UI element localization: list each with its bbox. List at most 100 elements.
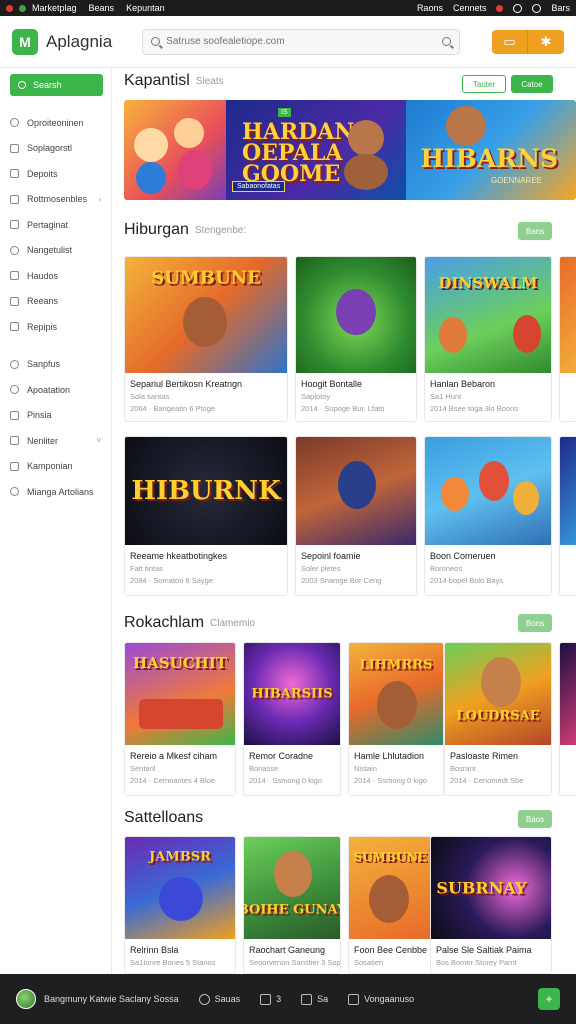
card-meta: 2084 · Somaton 8 Sayge	[130, 576, 213, 585]
sidebar-item[interactable]: Haudos	[0, 263, 111, 289]
sidebar-item-label: Soplagorstl	[27, 143, 73, 154]
thumbnail-word: LIHMRRS	[359, 657, 433, 673]
sidebar-item[interactable]: Apoatation	[0, 377, 111, 403]
game-card[interactable]: SUMBUNE Foon Bee Cenbbe Sosatien	[348, 836, 432, 974]
tag-button[interactable]: ▭	[492, 29, 528, 54]
card-title: Remor Coradne	[249, 751, 314, 761]
bottom-bar-label: 3	[276, 994, 282, 1004]
game-card[interactable]: BOIHE GUNAY Raochart Ganeung Seoorvenon …	[243, 836, 341, 974]
game-card[interactable]: Boon Comeruen Boroneos 2014 bopel Bolo B…	[424, 436, 552, 596]
status-item: Kepuntan	[126, 3, 165, 13]
sidebar-item[interactable]: Mianga Artolians	[0, 479, 111, 505]
search-icon	[151, 37, 161, 46]
search-input[interactable]	[166, 36, 443, 47]
game-card[interactable]: HIBARSIIS Remor Coradne Bonasse 2014 · S…	[243, 642, 341, 796]
character-art	[178, 150, 212, 190]
game-card-partial[interactable]	[559, 436, 576, 596]
game-card[interactable]: HIBURNK Reeame hkeatbotingkes Fatt tinta…	[124, 436, 288, 596]
game-card[interactable]: Hoogit Bontalle Saplotoy 2014 · Sopoge B…	[295, 256, 417, 422]
game-card[interactable]: JAMBSR Relrinn Bsla Sa1tonre Bones 5 Sta…	[124, 836, 236, 974]
banner-subtitle-right: GOENNAREE	[490, 176, 542, 185]
sidebar-item[interactable]: Repipis	[0, 314, 111, 340]
game-thumbnail	[425, 437, 551, 545]
card-meta: Bonasse	[249, 764, 279, 773]
game-thumbnail: HIBURNK	[125, 437, 287, 545]
wifi-icon	[513, 3, 523, 13]
game-thumbnail: SUBRNAY	[431, 837, 551, 939]
see-more-button[interactable]: Bans	[518, 222, 552, 240]
thumbnail-word: SUMBUNE	[353, 850, 427, 865]
avatar[interactable]	[16, 989, 36, 1009]
box-icon	[10, 322, 19, 332]
grid-icon	[301, 993, 313, 1005]
banner-panel	[124, 100, 226, 200]
character-art	[348, 120, 384, 156]
game-card[interactable]: HASUCHIT Rereio a Mkesf ciham Sentanl 20…	[124, 642, 236, 796]
featured-banner[interactable]: HARDAN OEPALA GOOME IS Sabaonofatas HIBA…	[124, 100, 576, 200]
game-card[interactable]: LOUDRSAE Pasloaste Rimen Bosrant 2014 · …	[444, 642, 552, 796]
sidebar-item[interactable]: Nenliter ˅	[0, 428, 111, 454]
game-card[interactable]: LIHMRRS Hamle Lhlutadion Nistain 2014 · …	[348, 642, 444, 796]
banner-tag: Sabaonofatas	[232, 181, 286, 192]
sidebar-item[interactable]: Kamponian	[0, 454, 111, 480]
sidebar-item[interactable]: Sanpfus	[0, 352, 111, 378]
card-meta: Soler pletes	[301, 564, 341, 573]
add-button[interactable]: +	[538, 988, 560, 1010]
game-card[interactable]: SUBRNAY Palse Sle Saltiak Paima Bos Bome…	[430, 836, 552, 974]
section-subtitle: Sieats	[195, 75, 224, 87]
featured-solid-button[interactable]: Catoe	[511, 75, 553, 93]
thumbnail-word: HIBURNK	[131, 476, 281, 506]
card-title: Rereio a Mkesf ciham	[130, 751, 218, 761]
thumbnail-word: DINSWALM	[438, 273, 538, 292]
game-thumbnail: DINSWALM	[425, 257, 551, 373]
brand-name: Aplagnia	[46, 31, 113, 51]
game-card-partial[interactable]	[559, 642, 576, 796]
sidebar-item-label: Oproiteoninen	[27, 117, 84, 128]
search-submit-icon[interactable]	[442, 37, 452, 46]
sidebar: Searsh Oproiteoninen Soplagorstl Depoits…	[0, 68, 112, 974]
sidebar-item[interactable]: Reeans	[0, 289, 111, 315]
see-more-button[interactable]: Bons	[518, 614, 552, 632]
game-card[interactable]: DINSWALM Hanlan Bebaron Sa1 Hunt 2014 Bs…	[424, 256, 552, 422]
settings-button[interactable]: ✱	[528, 29, 564, 54]
section-subtitle: Stengenbe:	[194, 224, 247, 236]
card-title: Pasloaste Rimen	[450, 751, 519, 761]
square-icon	[10, 410, 19, 420]
sidebar-item[interactable]: Depoits	[0, 161, 111, 187]
sidebar-item[interactable]: Pinsia	[0, 403, 111, 429]
search-bar[interactable]	[142, 28, 461, 55]
sidebar-item-label: Nangetulist	[27, 245, 73, 256]
sidebar-item[interactable]: Soplagorstl	[0, 136, 111, 162]
bottom-bar-item[interactable]: 3	[260, 993, 282, 1005]
character-art	[344, 154, 388, 190]
flag-icon	[10, 271, 19, 281]
card-title: Hanlan Bebaron	[430, 379, 496, 389]
sidebar-search-button[interactable]: Searsh	[10, 74, 103, 96]
thumbnail-word: HASUCHIT	[132, 654, 228, 673]
card-title: Relrinn Bsla	[130, 945, 179, 955]
game-thumbnail: SUMBUNE	[349, 837, 431, 939]
sidebar-item-label: Apoatation	[27, 384, 71, 395]
gear-icon: ✱	[540, 33, 552, 49]
card-meta: Bosrant	[450, 764, 476, 773]
game-card[interactable]: Sepoinl foamie Soler pletes 2003 Snamge …	[295, 436, 417, 596]
see-more-button[interactable]: Baos	[518, 810, 552, 828]
bottom-bar-item[interactable]: Sauas	[198, 993, 240, 1005]
sidebar-item[interactable]: Pertaginat	[0, 212, 111, 238]
thumbnail-word: SUMBUNE	[151, 267, 261, 289]
game-card[interactable]: SUMBUNE Separiul Bertikosn Kreatngn Sola…	[124, 256, 288, 422]
game-card-partial[interactable]	[559, 256, 576, 422]
sidebar-item[interactable]: Oproiteoninen	[0, 110, 111, 136]
app-logo[interactable]: M	[12, 28, 38, 55]
bottom-bar-item[interactable]: Vongaanuso	[348, 993, 414, 1005]
featured-outline-button[interactable]: Tauter	[462, 75, 506, 93]
sidebar-item-label: Depoits	[27, 168, 58, 179]
bottom-bar-item[interactable]: Sa	[301, 993, 328, 1005]
app-indicator-icon	[19, 4, 26, 12]
sidebar-item[interactable]: Rottmosenbles ›	[0, 187, 111, 213]
sidebar-item-label: Haudos	[27, 270, 59, 281]
sidebar-item-label: Kamponian	[27, 461, 73, 472]
game-thumbnail	[296, 437, 416, 545]
section-subtitle: Clamemio	[210, 617, 256, 629]
sidebar-item[interactable]: Nangetulist	[0, 238, 111, 264]
